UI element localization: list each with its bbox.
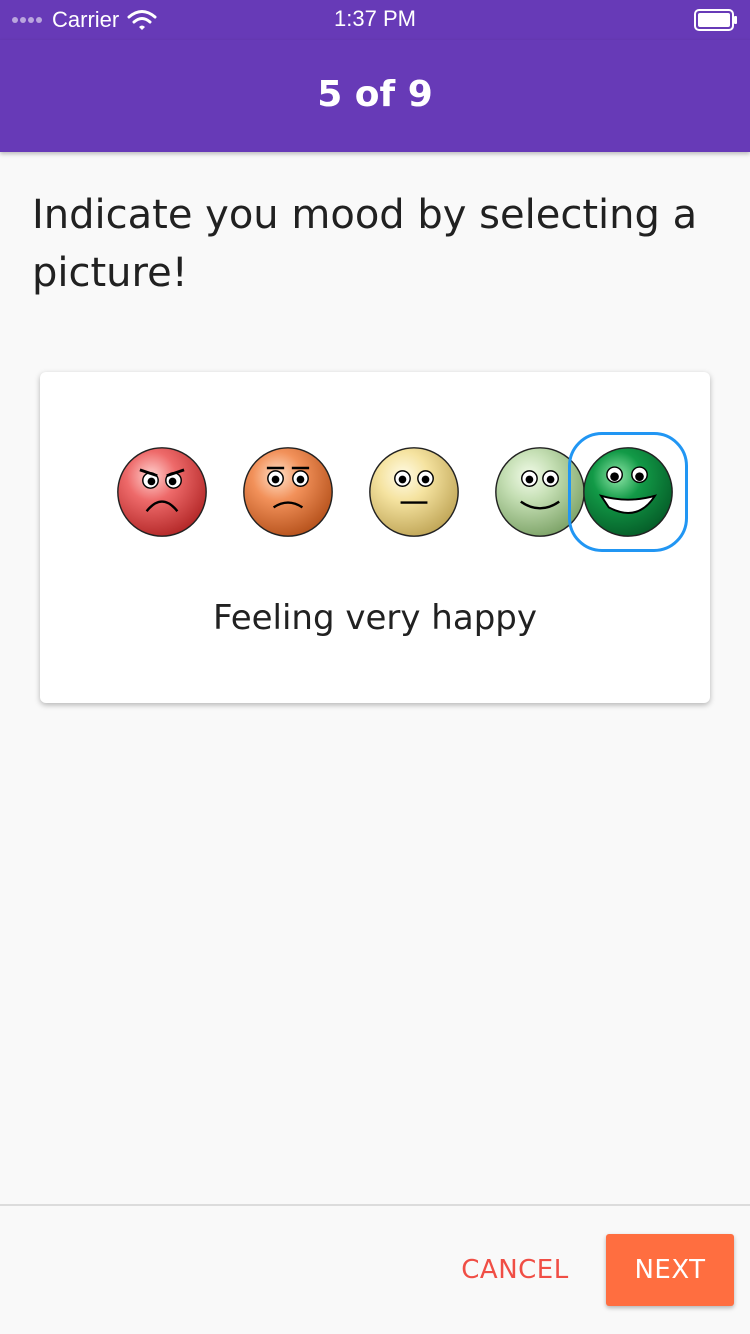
- mood-option-sad[interactable]: [228, 432, 348, 552]
- cancel-button[interactable]: CANCEL: [442, 1234, 588, 1306]
- selected-mood-label: Feeling very happy: [213, 598, 537, 638]
- angry-face-icon: [117, 447, 207, 537]
- battery-icon: [694, 9, 737, 31]
- status-bar: Carrier 1:37 PM: [0, 0, 750, 40]
- neutral-face-icon: [369, 447, 459, 537]
- status-time: 1:37 PM: [334, 6, 416, 31]
- app-bar: 5 of 9: [0, 40, 750, 152]
- selection-ring: [568, 432, 688, 552]
- mood-option-neutral[interactable]: [354, 432, 474, 552]
- footer-divider: [0, 1204, 750, 1206]
- next-button[interactable]: NEXT: [606, 1234, 734, 1306]
- mood-card: Feeling very happy: [40, 372, 710, 703]
- survey-screen: Carrier 1:37 PM 5 of 9 Indicate you mood…: [0, 0, 750, 1334]
- question-text: Indicate you mood by selecting a picture…: [32, 192, 698, 296]
- mood-option-angry[interactable]: [102, 432, 222, 552]
- step-counter-title: 5 of 9: [317, 73, 433, 115]
- mood-option-very-happy[interactable]: [568, 432, 688, 552]
- sad-face-icon: [243, 447, 333, 537]
- mood-options: [40, 432, 710, 552]
